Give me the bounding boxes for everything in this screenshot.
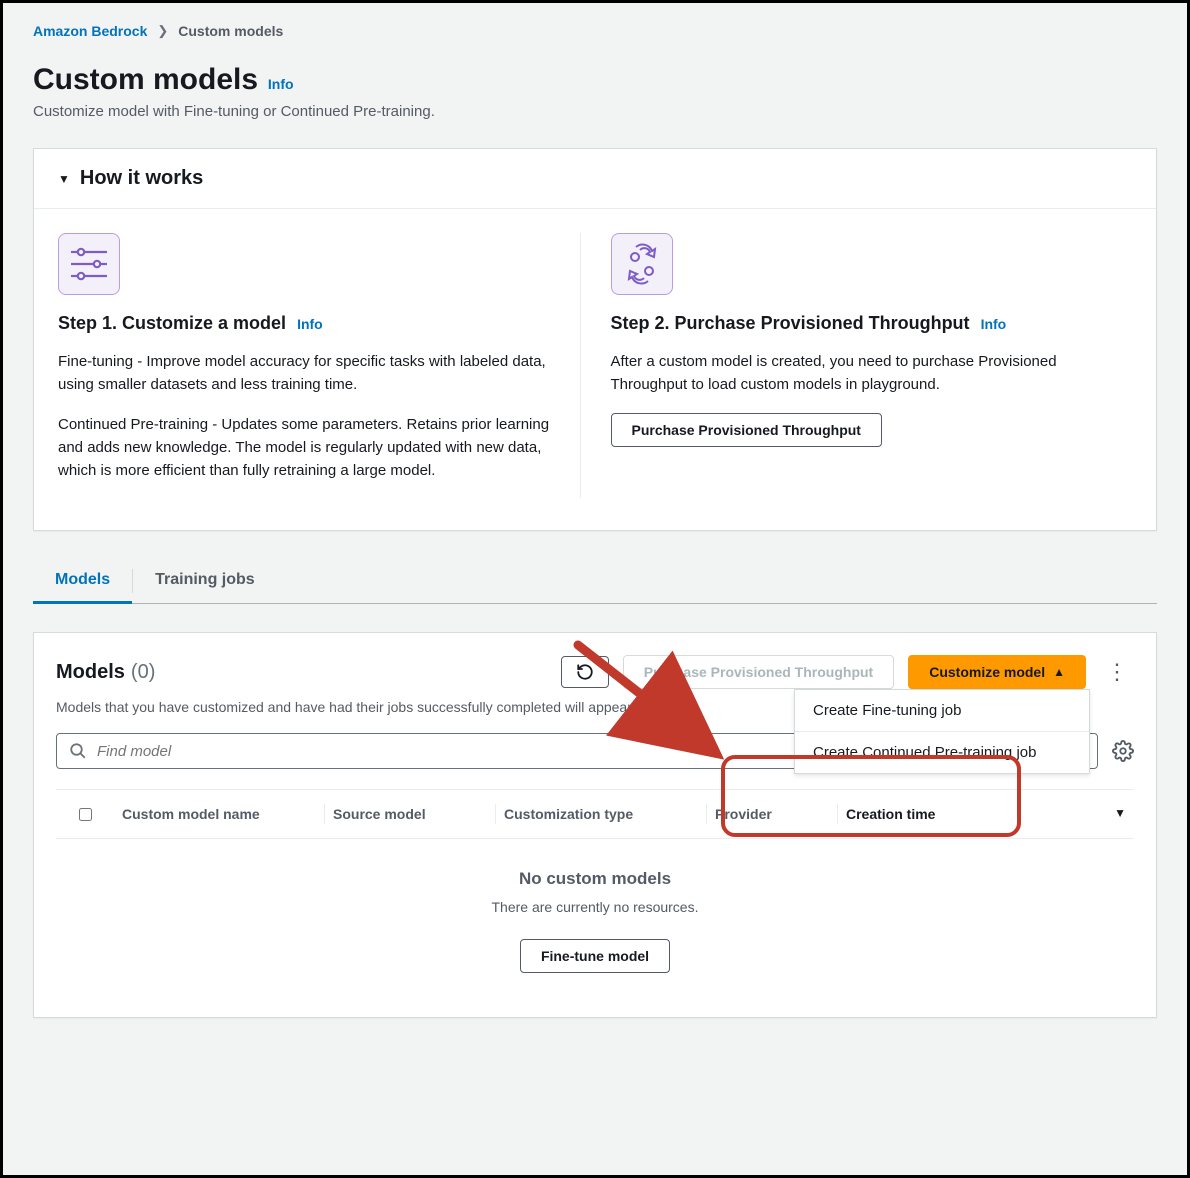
step-1-info-link[interactable]: Info xyxy=(297,316,323,332)
refresh-button[interactable] xyxy=(561,656,609,688)
step-1-desc-1: Fine-tuning - Improve model accuracy for… xyxy=(58,350,556,397)
customize-model-button[interactable]: Customize model ▲ xyxy=(908,655,1086,689)
models-panel: Models (0) Purchase Provisioned Throughp… xyxy=(33,632,1157,1018)
table-header-row: Custom model name Source model Customiza… xyxy=(56,789,1134,839)
models-section-title: Models xyxy=(56,661,125,684)
col-custom-model-name[interactable]: Custom model name xyxy=(114,806,324,822)
more-actions-icon[interactable]: ⋮ xyxy=(1100,661,1134,683)
col-customization-type[interactable]: Customization type xyxy=(496,806,706,822)
page-info-link[interactable]: Info xyxy=(268,76,294,92)
table-empty-state: No custom models There are currently no … xyxy=(56,839,1134,1009)
how-it-works-panel: ▼ How it works Step 1. Customize a model… xyxy=(33,148,1157,531)
tab-training-jobs[interactable]: Training jobs xyxy=(133,559,277,603)
tab-models[interactable]: Models xyxy=(33,559,132,604)
gears-cycle-icon xyxy=(611,233,673,295)
empty-subtitle: There are currently no resources. xyxy=(56,899,1134,915)
gear-icon[interactable] xyxy=(1112,740,1134,762)
col-provider[interactable]: Provider xyxy=(707,806,837,822)
purchase-throughput-button[interactable]: Purchase Provisioned Throughput xyxy=(611,413,882,447)
fine-tune-model-button[interactable]: Fine-tune model xyxy=(520,939,670,973)
create-continued-pretraining-job-item[interactable]: Create Continued Pre-training job xyxy=(795,731,1089,773)
breadcrumb-current: Custom models xyxy=(178,23,283,39)
breadcrumb: Amazon Bedrock ❯ Custom models xyxy=(33,23,1157,39)
step-1-title: Step 1. Customize a model xyxy=(58,313,286,333)
tabs: Models Training jobs xyxy=(33,559,1157,604)
refresh-icon xyxy=(576,663,594,681)
select-all-checkbox[interactable] xyxy=(79,808,92,821)
empty-title: No custom models xyxy=(56,869,1134,889)
chevron-up-icon: ▲ xyxy=(1053,665,1065,679)
search-icon xyxy=(69,742,87,760)
step-2-title: Step 2. Purchase Provisioned Throughput xyxy=(611,313,970,333)
sort-desc-icon: ▼ xyxy=(1114,806,1126,822)
col-source-model[interactable]: Source model xyxy=(325,806,495,822)
step-2: Step 2. Purchase Provisioned Throughput … xyxy=(580,233,1133,498)
models-count: (0) xyxy=(131,661,155,684)
page-title: Custom models xyxy=(33,63,258,97)
col-creation-time[interactable]: Creation time ▼ xyxy=(838,806,1134,822)
how-it-works-title: How it works xyxy=(80,167,203,190)
step-1-desc-2: Continued Pre-training - Updates some pa… xyxy=(58,413,556,483)
step-2-info-link[interactable]: Info xyxy=(981,316,1007,332)
purchase-throughput-button-disabled: Purchase Provisioned Throughput xyxy=(623,655,894,689)
step-2-desc: After a custom model is created, you nee… xyxy=(611,350,1109,397)
how-it-works-header[interactable]: ▼ How it works xyxy=(34,149,1156,208)
page-subtitle: Customize model with Fine-tuning or Cont… xyxy=(33,103,1157,120)
step-1: Step 1. Customize a model Info Fine-tuni… xyxy=(58,233,580,498)
breadcrumb-parent[interactable]: Amazon Bedrock xyxy=(33,23,147,39)
sliders-icon xyxy=(58,233,120,295)
customize-model-dropdown: Create Fine-tuning job Create Continued … xyxy=(794,689,1090,774)
caret-down-icon: ▼ xyxy=(58,172,70,186)
create-fine-tuning-job-item[interactable]: Create Fine-tuning job xyxy=(795,690,1089,731)
chevron-right-icon: ❯ xyxy=(157,23,168,39)
